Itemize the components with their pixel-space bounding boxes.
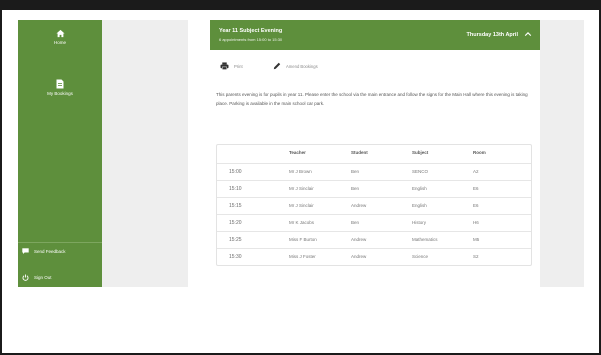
event-date: Thursday 13th April [466, 32, 518, 38]
sidebar: Home My Bookings Send Feedback Sign Out [18, 20, 102, 287]
column-header-student: Student [351, 150, 368, 155]
appointment-subject: Mathematics [412, 237, 438, 242]
appointment-time: 15:00 [229, 169, 242, 175]
chevron-up-icon[interactable] [524, 30, 532, 38]
appointment-subject: Science [412, 254, 429, 259]
sidebar-item-my-bookings[interactable]: My Bookings [18, 79, 102, 96]
event-header[interactable]: Year 11 Subject Evening 6 appointments f… [210, 20, 540, 50]
appointment-time: 15:30 [229, 254, 242, 260]
appointments-table: Teacher Student Subject Room 15:00 Mr J … [216, 144, 532, 266]
appointment-student: Ben [351, 186, 360, 191]
appointment-room: A2 [473, 169, 479, 174]
appointment-room: S2 [473, 254, 479, 259]
print-button[interactable]: Print [220, 62, 243, 70]
table-row: 15:20 Mr K Jacobs Ben History H6 [217, 214, 531, 231]
appointment-subject: English [412, 186, 427, 191]
left-gutter-panel [102, 20, 188, 287]
appointment-teacher: Miss J Foster [289, 254, 316, 259]
table-row: 15:15 Mr J Sinclair Andrew English E6 [217, 197, 531, 214]
table-row: 15:00 Mr J Brown Ben SENCO A2 [217, 163, 531, 180]
appointment-student: Andrew [351, 237, 367, 242]
appointment-subject: History [412, 220, 427, 225]
table-row: 15:25 Miss F Burton Andrew Mathematics M… [217, 231, 531, 248]
column-header-teacher: Teacher [289, 150, 306, 155]
appointment-teacher: Mr J Brown [289, 169, 312, 174]
appointment-time: 15:20 [229, 220, 242, 226]
appointment-student: Andrew [351, 254, 367, 259]
sidebar-item-label: My Bookings [47, 91, 73, 96]
appointment-time: 15:10 [229, 186, 242, 192]
printer-icon [220, 62, 229, 70]
sidebar-divider [18, 242, 102, 243]
appointment-teacher: Mr J Sinclair [289, 186, 314, 191]
appointment-room: E6 [473, 186, 479, 191]
event-subtitle: 6 appointments from 15:00 to 15:30 [219, 37, 283, 42]
appointment-teacher: Mr K Jacobs [289, 220, 315, 225]
send-feedback-label: Send Feedback [34, 248, 66, 254]
appointment-student: Ben [351, 169, 360, 174]
appointment-teacher: Mr J Sinclair [289, 203, 314, 208]
column-header-room: Room [473, 150, 486, 155]
document-icon [56, 79, 64, 89]
table-header-row: Teacher Student Subject Room [217, 145, 531, 163]
right-gutter-panel [540, 20, 584, 287]
column-header-subject: Subject [412, 150, 429, 155]
print-label: Print [234, 63, 243, 69]
appointment-card: Year 11 Subject Evening 6 appointments f… [210, 20, 540, 287]
pencil-icon [273, 62, 281, 70]
table-row: 15:30 Miss J Foster Andrew Science S2 [217, 248, 531, 265]
appointment-time: 15:25 [229, 237, 242, 243]
appointment-subject: SENCO [412, 169, 429, 174]
appointment-teacher: Miss F Burton [289, 237, 317, 242]
feedback-icon [22, 248, 29, 254]
appointment-subject: English [412, 203, 427, 208]
appointment-room: H6 [473, 220, 479, 225]
sign-out-label: Sign Out [34, 275, 52, 280]
appointment-room: E6 [473, 203, 479, 208]
sidebar-item-label: Home [53, 40, 66, 45]
power-icon [22, 274, 29, 281]
event-information-text: This parents evening is for pupils in ye… [216, 92, 528, 106]
amend-bookings-label: Amend Bookings [286, 63, 318, 69]
home-icon [55, 29, 65, 38]
send-feedback-link[interactable]: Send Feedback [22, 248, 102, 254]
sign-out-link[interactable]: Sign Out [22, 274, 102, 281]
appointment-time: 15:15 [229, 203, 242, 209]
appointment-room: M5 [473, 237, 480, 242]
appointment-student: Ben [351, 220, 360, 225]
booking-toolbar: Print Amend Bookings [210, 60, 540, 74]
sidebar-item-home[interactable]: Home [18, 29, 102, 45]
event-title: Year 11 Subject Evening [219, 28, 283, 34]
amend-bookings-button[interactable]: Amend Bookings [273, 62, 318, 70]
appointment-student: Andrew [351, 203, 367, 208]
table-row: 15:10 Mr J Sinclair Ben English E6 [217, 180, 531, 197]
